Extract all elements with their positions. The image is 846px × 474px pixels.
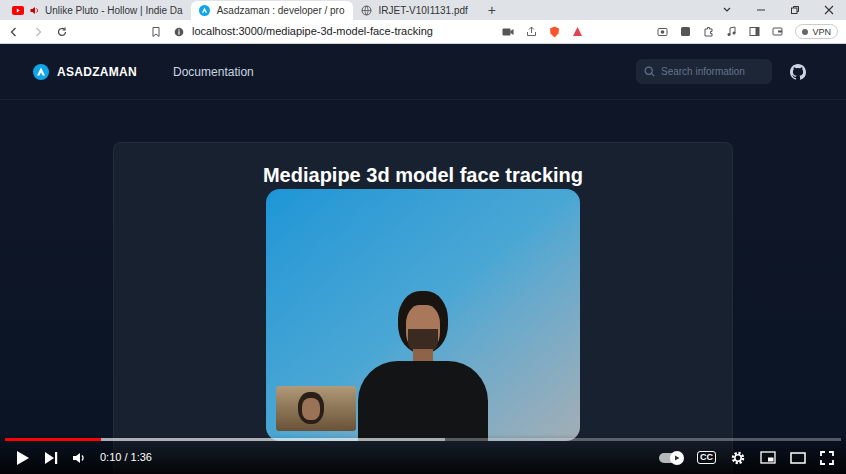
bookmark-icon[interactable] [150, 26, 162, 38]
play-button[interactable] [16, 450, 30, 466]
volume-icon[interactable] [72, 451, 86, 465]
github-icon[interactable] [790, 64, 806, 80]
browser-tab[interactable]: Unlike Pluto - Hollow | Indie Da [4, 1, 191, 20]
reload-icon[interactable] [56, 26, 68, 38]
play-icon [16, 450, 30, 466]
close-icon[interactable] [824, 5, 834, 15]
time-display: 0:10 / 1:36 [100, 449, 152, 466]
tab-list: Unlike Pluto - Hollow | Indie Da Asadzama… [4, 0, 476, 20]
info-icon[interactable] [174, 27, 184, 37]
rewards-icon[interactable] [572, 26, 583, 37]
miniplayer-icon[interactable] [760, 451, 776, 464]
vpn-button[interactable]: VPN [795, 24, 838, 39]
autoplay-knob [670, 451, 684, 465]
next-icon[interactable] [44, 451, 58, 465]
tab-label: Unlike Pluto - Hollow | Indie Da [45, 4, 183, 18]
video-controls: 0:10 / 1:36 CC [0, 434, 846, 474]
search-icon [644, 66, 655, 77]
tab-strip: Unlike Pluto - Hollow | Indie Da Asadzama… [0, 0, 846, 20]
camera-icon[interactable] [502, 27, 514, 37]
page: ASADZAMAN Documentation Mediapipe 3d mod… [0, 44, 846, 474]
forward-icon[interactable] [32, 26, 44, 38]
address-bar: localhost:3000/mediapipe-3d-model-face-t… [0, 20, 846, 44]
site-nav: Documentation [173, 63, 254, 81]
demo-title: Mediapipe 3d model face tracking [263, 161, 583, 189]
tab-label: Asadzaman : developer / pro [217, 4, 345, 18]
webcam-preview [276, 386, 356, 431]
theater-icon[interactable] [790, 452, 806, 464]
avatar-canvas [266, 189, 580, 441]
progress-track[interactable] [5, 438, 841, 441]
logo-icon [33, 64, 49, 80]
audio-playing-icon[interactable] [30, 6, 39, 15]
autoplay-toggle[interactable] [659, 453, 683, 463]
browser-tab[interactable]: IRJET-V10I1131.pdf [353, 1, 476, 20]
captions-button[interactable]: CC [697, 451, 716, 464]
browser-tab[interactable]: Asadzaman : developer / pro [191, 1, 353, 20]
screenshot-icon[interactable] [657, 26, 668, 37]
avatar-figure [358, 291, 488, 441]
search-input[interactable] [661, 64, 764, 79]
tab-label: IRJET-V10I1131.pdf [379, 4, 468, 18]
toolbar-icons: VPN [502, 24, 838, 39]
nav-link[interactable]: Documentation [173, 63, 254, 81]
extensions-icon[interactable] [703, 26, 714, 37]
chevron-icon[interactable] [722, 5, 732, 15]
fullscreen-icon[interactable] [820, 451, 834, 465]
restore-icon[interactable] [790, 5, 800, 15]
back-icon[interactable] [8, 26, 20, 38]
minimize-icon[interactable] [756, 5, 766, 15]
site-header: ASADZAMAN Documentation [0, 44, 846, 100]
window-controls [722, 0, 846, 20]
gear-icon[interactable] [730, 450, 746, 466]
site-search[interactable] [636, 59, 772, 84]
brave-shield-icon[interactable] [549, 26, 560, 38]
new-tab-button[interactable]: + [484, 2, 500, 18]
site-icon [199, 5, 211, 17]
sidebar-icon[interactable] [749, 26, 760, 37]
url-text[interactable]: localhost:3000/mediapipe-3d-model-face-t… [192, 23, 433, 40]
wallet-icon[interactable] [680, 26, 691, 37]
wallet-alt-icon[interactable] [772, 26, 783, 37]
youtube-icon [12, 5, 24, 17]
demo-card: Mediapipe 3d model face tracking [113, 142, 733, 474]
progress-fill [5, 438, 101, 441]
share-icon[interactable] [526, 26, 537, 37]
pdf-icon [361, 5, 373, 17]
vpn-status-icon [802, 29, 808, 35]
url-field[interactable]: localhost:3000/mediapipe-3d-model-face-t… [174, 22, 490, 42]
site-logo[interactable]: ASADZAMAN [33, 63, 137, 81]
music-icon[interactable] [726, 26, 737, 37]
